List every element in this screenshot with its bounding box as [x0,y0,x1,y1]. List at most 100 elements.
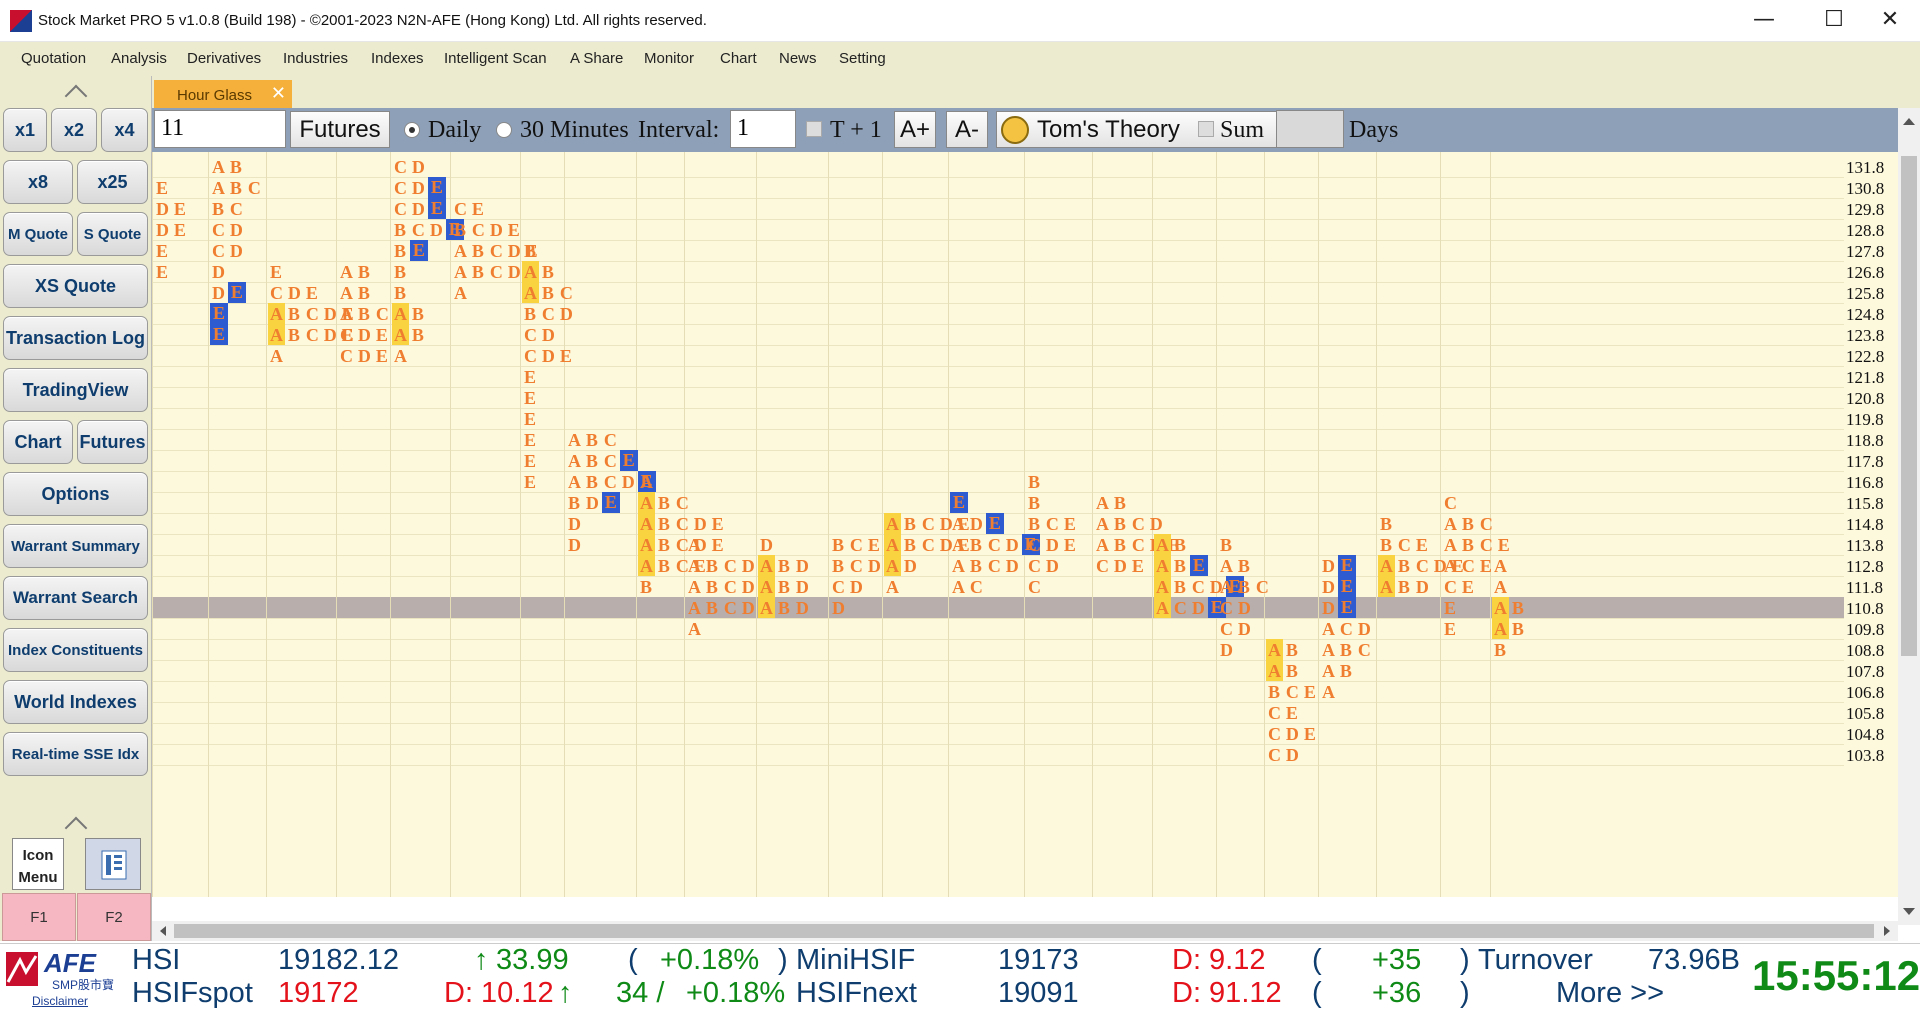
tradingview-button[interactable]: TradingView [3,368,148,412]
profile-letter: A [1494,577,1507,597]
horizontal-scroll-thumb[interactable] [174,924,1874,938]
profile-letter: C [394,178,407,198]
warrant-summary-button[interactable]: Warrant Summary [3,524,148,568]
menu-chart[interactable]: Chart [720,50,757,67]
scroll-left-arrow-icon[interactable] [160,926,166,936]
f2-key[interactable]: F2 [77,893,151,941]
f1-key[interactable]: F1 [2,893,76,941]
days-input[interactable] [1276,110,1344,148]
scroll-up-icon[interactable] [64,84,88,108]
profile-letter: B [1113,535,1126,555]
chart-button[interactable]: Chart [3,420,73,464]
icon-menu-button[interactable]: Icon Menu [12,838,64,890]
profile-letter: C [603,451,617,471]
scroll-down-arrow-icon[interactable] [1903,908,1915,915]
scroll-up-arrow-icon[interactable] [1903,118,1915,125]
interval-input[interactable]: 1 [730,110,796,148]
profile-letter: E [1479,556,1492,576]
profile-letter: D [559,304,573,324]
profile-letter: B [411,325,424,345]
index-constituents-button[interactable]: Index Constituents [3,628,148,672]
t-plus-one-checkbox[interactable] [806,121,822,137]
profile-letter: B [1380,535,1393,555]
menu-analysis[interactable]: Analysis [111,50,167,67]
profile-letter: D [621,472,635,492]
layout-icon[interactable] [85,838,141,890]
vertical-scrollbar[interactable] [1898,108,1920,925]
world-indexes-button[interactable]: World Indexes [3,680,148,724]
realtime-sse-idx-button[interactable]: Real-time SSE Idx [3,732,148,776]
maximize-button[interactable]: ☐ [1806,0,1862,42]
zoom-x1-button[interactable]: x1 [3,108,47,152]
profile-letter: B [705,556,718,576]
profile-letter: D [489,220,503,240]
menu-quotation[interactable]: Quotation [21,50,86,67]
profile-letter: B [657,556,670,576]
transaction-log-button[interactable]: Transaction Log [3,316,148,360]
profile-letter: B [1461,514,1474,534]
collapse-icon[interactable] [64,816,88,840]
zoom-x4-button[interactable]: x4 [101,108,148,152]
zoom-x25-button[interactable]: x25 [77,160,148,204]
sum-checkbox[interactable] [1198,121,1214,137]
s-quote-button[interactable]: S Quote [77,212,148,256]
profile-letter: B [394,220,407,240]
vertical-scroll-thumb[interactable] [1901,156,1917,656]
disclaimer-link[interactable]: Disclaimer [32,994,88,1008]
zoom-x2-button[interactable]: x2 [51,108,97,152]
hsifnext-paren-close: ) [1460,977,1470,1009]
scroll-right-arrow-icon[interactable] [1884,926,1890,936]
tab-close-icon[interactable]: ✕ [271,83,286,104]
profile-letter: D [1415,577,1429,597]
menu-a-share[interactable]: A Share [570,50,623,67]
profile-letter: C [1268,703,1281,723]
tab-hour-glass[interactable]: Hour Glass ✕ [154,80,292,108]
menu-intelligent-scan[interactable]: Intelligent Scan [444,50,547,67]
profile-letter: E [524,472,537,492]
close-button[interactable]: ✕ [1862,0,1918,42]
profile-letter: A [1444,535,1457,555]
xs-quote-button[interactable]: XS Quote [3,264,148,308]
futures-toggle-button[interactable]: Futures [290,111,390,148]
more-link[interactable]: More >> [1556,977,1664,1010]
grid-hline [152,744,1844,745]
font-smaller-button[interactable]: A- [946,111,988,148]
thirty-minutes-radio[interactable] [496,122,512,138]
grid-vline [1376,152,1377,897]
m-quote-button[interactable]: M Quote [3,212,73,256]
menu-setting[interactable]: Setting [839,50,886,67]
daily-radio[interactable] [404,122,420,138]
profile-letter: A [568,451,581,471]
futures-button[interactable]: Futures [77,420,148,464]
horizontal-scrollbar[interactable] [152,921,1898,941]
chart-toolbar: 11 Futures Daily 30 Minutes Interval: 1 … [152,108,1898,152]
profile-letter: C [1339,619,1353,639]
profile-letter: C [394,157,407,177]
menu-news[interactable]: News [779,50,817,67]
profile-letter: B [585,430,598,450]
profile-letter: C [1479,535,1493,555]
options-button[interactable]: Options [3,472,148,516]
minimize-button[interactable]: — [1736,0,1792,42]
grid-hline [152,723,1844,724]
profile-letter: A [1444,514,1457,534]
profile-letter: C [723,556,737,576]
profile-letter: C [1268,724,1281,744]
font-larger-button[interactable]: A+ [894,111,936,148]
stock-code-input[interactable]: 11 [154,110,286,148]
menu-monitor[interactable]: Monitor [644,50,694,67]
menu-industries[interactable]: Industries [283,50,348,67]
warrant-search-button[interactable]: Warrant Search [3,576,148,620]
price-label: 103.8 [1844,744,1898,769]
menu-derivatives[interactable]: Derivatives [187,50,261,67]
profile-letter: A [1380,577,1393,597]
hour-glass-chart[interactable]: EDEDEEEABABCBCCDCDDDEEEECDEABCDEABCDEAAB… [152,152,1898,897]
minihsif-label: MiniHSIF [796,944,916,976]
menu-indexes[interactable]: Indexes [371,50,424,67]
zoom-x8-button[interactable]: x8 [3,160,73,204]
profile-letter: B [1397,577,1410,597]
profile-letter: C [229,199,243,219]
profile-letter: C [603,430,617,450]
profile-letter: C [603,472,617,492]
minihsif-paren-close: ) [1460,944,1470,976]
